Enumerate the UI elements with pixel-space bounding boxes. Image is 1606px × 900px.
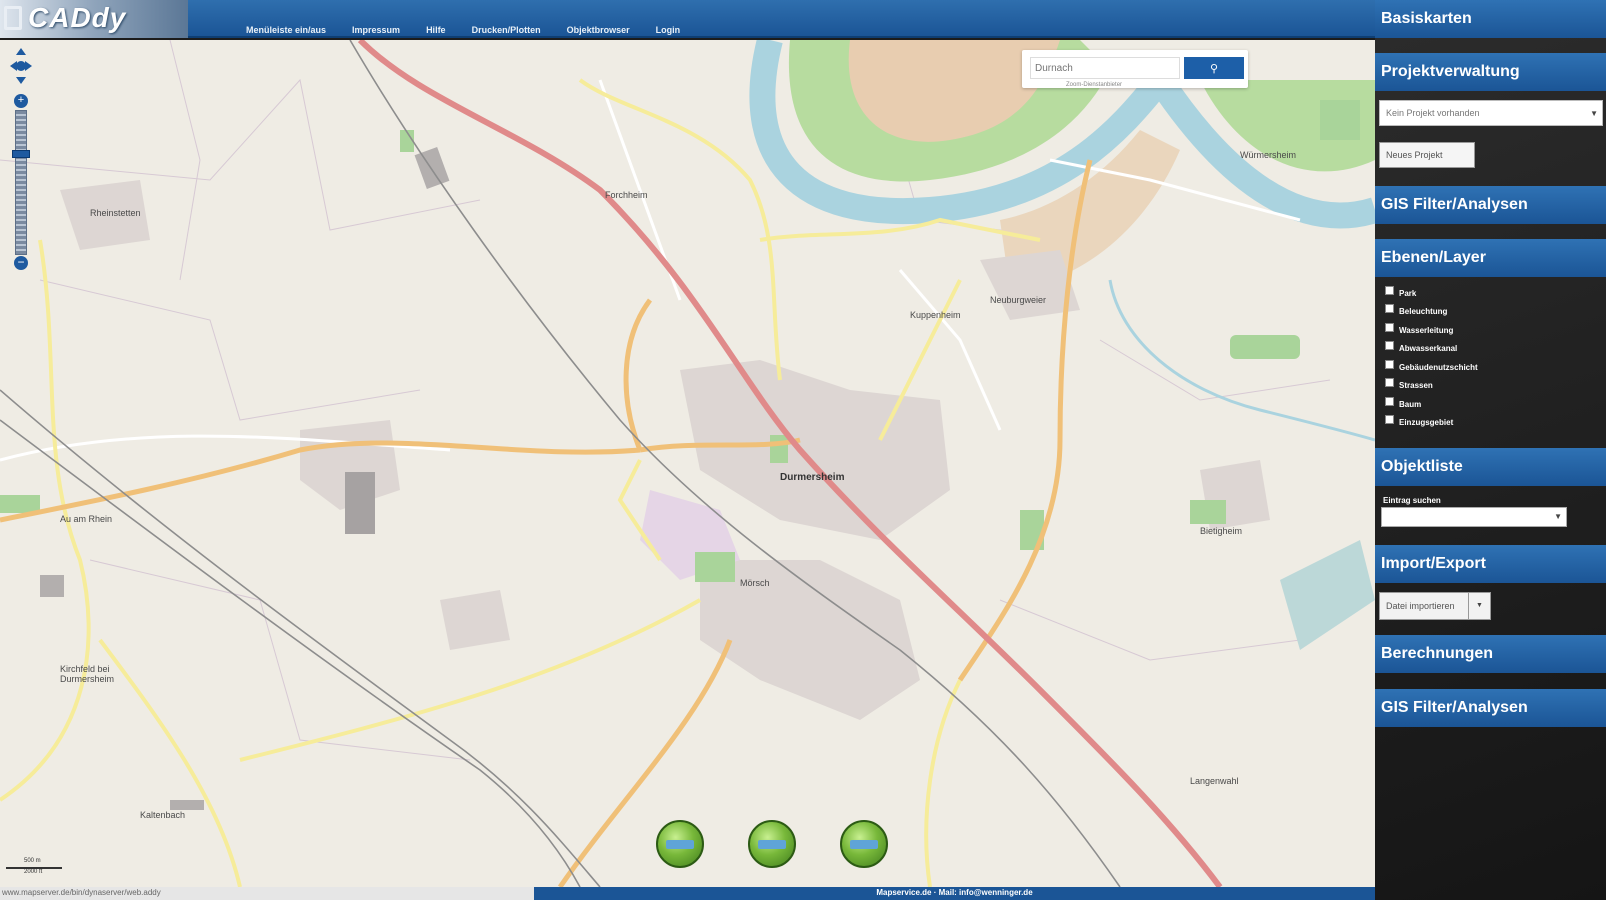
logo-icon	[4, 6, 22, 30]
map-scale: 500 m 2000 ft	[6, 858, 66, 878]
place-label-kirchfeld: Kirchfeld bei Durmersheim	[60, 664, 115, 684]
layer-label: Einzugsgebiet	[1399, 418, 1454, 428]
place-label-forchheim: Forchheim	[605, 190, 648, 200]
entry-select[interactable]: ▼	[1381, 507, 1567, 527]
pan-control-icon[interactable]	[8, 46, 34, 86]
place-label-durmersheim: Durmersheim	[780, 472, 845, 483]
layer-checkbox[interactable]	[1385, 341, 1394, 351]
layer-checkbox[interactable]	[1385, 415, 1394, 425]
layer-label: Baum	[1399, 399, 1422, 409]
status-url: www.mapserver.de/bin/dynaserver/web.addy	[2, 888, 161, 897]
layer-list: Park Beleuchtung Wasserleitung Abwasserk…	[1385, 284, 1478, 432]
app-window: CADdy Menüleiste ein/aus Impressum Hilfe…	[0, 0, 1606, 900]
layer-item[interactable]: Park	[1385, 284, 1478, 303]
place-label-kuppenheim: Kuppenheim	[910, 310, 961, 320]
menu-item-toggle-menubar[interactable]: Menüleiste ein/aus	[246, 25, 326, 35]
layer-label: Wasserleitung	[1399, 325, 1454, 335]
map-tool-icon	[666, 840, 694, 849]
place-label-rheinstetten: Rheinstetten	[90, 208, 141, 218]
map-tool-button-3[interactable]	[840, 820, 888, 868]
layer-label: Park	[1399, 288, 1417, 298]
button-divider	[1468, 593, 1469, 619]
menu-item-print[interactable]: Drucken/Plotten	[472, 25, 541, 35]
chevron-down-icon[interactable]: ▼	[1476, 602, 1483, 609]
map-tool-icon	[850, 840, 878, 849]
layer-item[interactable]: Gebäudenutzschicht	[1385, 358, 1478, 377]
app-logo[interactable]: CADdy	[0, 0, 188, 38]
zoom-out-button[interactable]: −	[14, 256, 28, 270]
menu-item-help[interactable]: Hilfe	[426, 25, 446, 35]
place-label-mörsch: Mörsch	[740, 578, 770, 588]
new-project-button[interactable]: Neues Projekt	[1379, 142, 1475, 168]
map-tool-icon	[758, 840, 786, 849]
place-label-langenwahl: Langenwahl	[1190, 776, 1239, 786]
layer-checkbox[interactable]	[1385, 304, 1394, 314]
zoom-bar[interactable]	[15, 110, 27, 255]
section-basiskarten[interactable]: Basiskarten	[1375, 0, 1606, 38]
place-label-neuburgweier: Neuburgweier	[990, 295, 1047, 305]
project-select[interactable]: Kein Projekt vorhanden ▼	[1379, 100, 1603, 126]
entry-search-label: Eintrag suchen	[1383, 496, 1441, 505]
place-label-wuermersheim: Würmersheim	[1240, 150, 1297, 160]
chevron-down-icon: ▼	[1554, 512, 1562, 521]
section-projektverwaltung[interactable]: Projektverwaltung	[1375, 53, 1606, 91]
project-select-value: Kein Projekt vorhanden	[1386, 108, 1480, 118]
main-menu: Menüleiste ein/aus Impressum Hilfe Druck…	[246, 25, 680, 35]
section-gis-filter-2[interactable]: GIS Filter/Analysen	[1375, 689, 1606, 727]
footer-bar: Mapservice.de · Mail: info@wenninger.de	[534, 887, 1375, 900]
map-tool-button-1[interactable]	[656, 820, 704, 868]
layer-item[interactable]: Einzugsgebiet	[1385, 414, 1478, 433]
layer-label: Gebäudenutzschicht	[1399, 362, 1478, 372]
browser-status-bar: www.mapserver.de/bin/dynaserver/web.addy	[0, 887, 534, 900]
layer-item[interactable]: Beleuchtung	[1385, 303, 1478, 322]
map-tiles	[0, 40, 1375, 887]
layer-checkbox[interactable]	[1385, 285, 1394, 295]
search-panel: ⚲ Zoom-Dienstanbieter	[1022, 50, 1248, 88]
layer-label: Abwasserkanal	[1399, 344, 1458, 354]
file-import-button[interactable]: Datei importieren ▼	[1379, 592, 1491, 620]
place-label-bietigheim: Bietigheim	[1200, 526, 1243, 536]
footer-text: Mapservice.de · Mail: info@wenninger.de	[876, 888, 1033, 897]
map-tool-button-2[interactable]	[748, 820, 796, 868]
zoom-control: + −	[8, 46, 34, 271]
scale-label-imperial: 2000 ft	[24, 869, 43, 875]
layer-label: Beleuchtung	[1399, 307, 1448, 317]
layer-checkbox[interactable]	[1385, 378, 1394, 388]
chevron-down-icon: ▼	[1590, 109, 1598, 118]
map-canvas[interactable]: Durmersheim Mörsch Kirchfeld bei Durmers…	[0, 40, 1375, 887]
search-input[interactable]	[1030, 57, 1180, 79]
layer-checkbox[interactable]	[1385, 322, 1394, 332]
search-hint: Zoom-Dienstanbieter	[1066, 82, 1123, 88]
layer-label: Strassen	[1399, 381, 1433, 391]
sidebar: Basiskarten Projektverwaltung Kein Proje…	[1375, 0, 1606, 900]
layer-checkbox[interactable]	[1385, 396, 1394, 406]
top-bar: CADdy Menüleiste ein/aus Impressum Hilfe…	[0, 0, 1375, 38]
menu-item-object-browser[interactable]: Objektbrowser	[567, 25, 630, 35]
scale-label-metric: 500 m	[24, 858, 41, 864]
section-import-export[interactable]: Import/Export	[1375, 545, 1606, 583]
zoom-in-button[interactable]: +	[14, 94, 28, 108]
logo-text: CADdy	[28, 2, 127, 33]
layer-item[interactable]: Wasserleitung	[1385, 321, 1478, 340]
section-objektliste[interactable]: Objektliste	[1375, 448, 1606, 486]
section-ebenen-layer[interactable]: Ebenen/Layer	[1375, 239, 1606, 277]
layer-item[interactable]: Strassen	[1385, 377, 1478, 396]
search-icon: ⚲	[1209, 62, 1219, 75]
layer-checkbox[interactable]	[1385, 359, 1394, 369]
place-label-au: Au am Rhein	[60, 514, 113, 524]
zoom-slider-handle[interactable]	[12, 150, 30, 158]
menu-item-impressum[interactable]: Impressum	[352, 25, 400, 35]
search-button[interactable]: ⚲	[1184, 57, 1244, 79]
section-gis-filter-1[interactable]: GIS Filter/Analysen	[1375, 186, 1606, 224]
file-import-label: Datei importieren	[1386, 601, 1455, 611]
layer-item[interactable]: Baum	[1385, 395, 1478, 414]
layer-item[interactable]: Abwasserkanal	[1385, 340, 1478, 359]
section-berechnungen[interactable]: Berechnungen	[1375, 635, 1606, 673]
menu-item-login[interactable]: Login	[656, 25, 681, 35]
place-label-kaltenbach: Kaltenbach	[140, 810, 186, 820]
